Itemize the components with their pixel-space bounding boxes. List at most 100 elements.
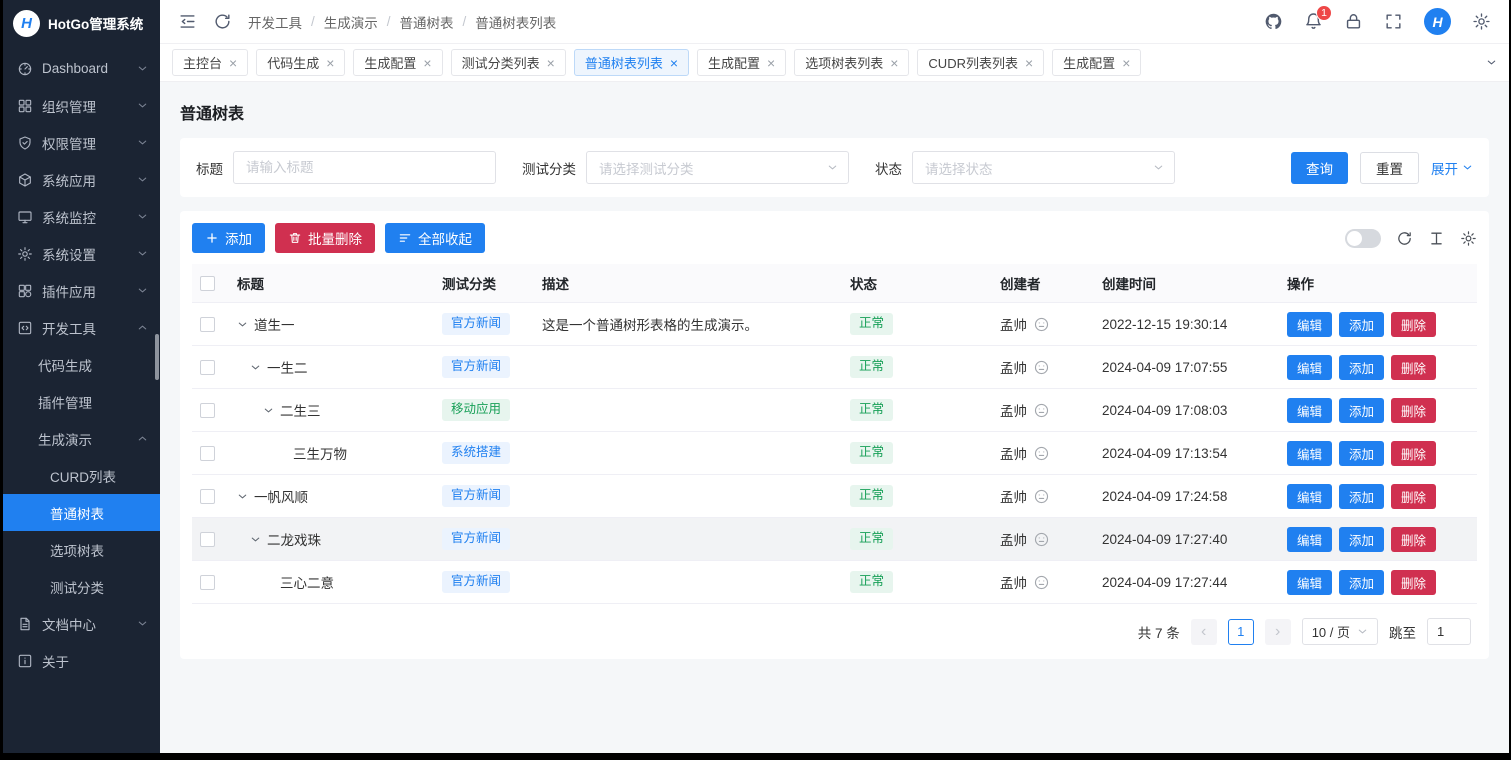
row-checkbox[interactable] — [200, 403, 215, 418]
tab-item[interactable]: 主控台× — [172, 49, 248, 76]
gear-icon[interactable] — [1472, 12, 1491, 31]
app-logo[interactable]: H HotGo管理系统 — [3, 0, 160, 46]
sidebar-item[interactable]: 测试分类 — [3, 568, 160, 605]
add-button[interactable]: 添加 — [192, 223, 265, 253]
github-icon[interactable] — [1264, 12, 1283, 31]
row-checkbox[interactable] — [200, 575, 215, 590]
tab-item[interactable]: 测试分类列表× — [451, 49, 566, 76]
row-checkbox[interactable] — [200, 489, 215, 504]
sidebar-item[interactable]: Dashboard — [3, 50, 160, 87]
delete-button[interactable]: 删除 — [1391, 355, 1436, 380]
next-page-button[interactable]: › — [1265, 619, 1291, 645]
striped-toggle[interactable] — [1345, 229, 1381, 248]
edit-button[interactable]: 编辑 — [1287, 441, 1332, 466]
status-select[interactable]: 请选择状态 — [912, 151, 1175, 184]
delete-button[interactable]: 删除 — [1391, 441, 1436, 466]
tab-item[interactable]: 生成配置× — [697, 49, 786, 76]
batch-delete-button[interactable]: 批量删除 — [275, 223, 375, 253]
expand-arrow-icon[interactable] — [263, 405, 280, 416]
tab-close-icon[interactable]: × — [670, 56, 678, 70]
sidebar-item[interactable]: 普通树表 — [3, 494, 160, 531]
tab-item[interactable]: 生成配置× — [353, 49, 442, 76]
edit-button[interactable]: 编辑 — [1287, 398, 1332, 423]
prev-page-button[interactable]: ‹ — [1191, 619, 1217, 645]
category-select[interactable]: 请选择测试分类 — [586, 151, 849, 184]
expand-arrow-icon[interactable] — [237, 319, 254, 330]
sidebar-item[interactable]: 开发工具 — [3, 309, 160, 346]
sidebar-item[interactable]: 代码生成 — [3, 346, 160, 383]
delete-button[interactable]: 删除 — [1391, 484, 1436, 509]
user-avatar[interactable]: H — [1424, 8, 1451, 35]
menu-collapse-icon[interactable] — [178, 12, 197, 31]
edit-button[interactable]: 编辑 — [1287, 312, 1332, 337]
sidebar-scrollbar[interactable] — [155, 334, 159, 380]
edit-button[interactable]: 编辑 — [1287, 484, 1332, 509]
add-row-button[interactable]: 添加 — [1339, 527, 1384, 552]
notifications-button[interactable]: 1 — [1304, 12, 1323, 31]
tab-item[interactable]: CUDR列表列表× — [917, 49, 1044, 76]
sidebar-item[interactable]: 生成演示 — [3, 420, 160, 457]
tab-close-icon[interactable]: × — [1025, 56, 1033, 70]
edit-button[interactable]: 编辑 — [1287, 355, 1332, 380]
tab-close-icon[interactable]: × — [547, 56, 555, 70]
table-row[interactable]: 三生万物系统搭建正常孟帅2024-04-09 17:13:54编辑添加删除 — [192, 432, 1477, 475]
sidebar-item[interactable]: 系统监控 — [3, 198, 160, 235]
tab-close-icon[interactable]: × — [423, 56, 431, 70]
table-row[interactable]: 一生二官方新闻正常孟帅2024-04-09 17:07:55编辑添加删除 — [192, 346, 1477, 389]
table-row[interactable]: 二龙戏珠官方新闻正常孟帅2024-04-09 17:27:40编辑添加删除 — [192, 518, 1477, 561]
page-jump-input[interactable] — [1427, 618, 1471, 645]
tab-close-icon[interactable]: × — [229, 56, 237, 70]
search-button[interactable]: 查询 — [1291, 152, 1348, 184]
sidebar-item[interactable]: CURD列表 — [3, 457, 160, 494]
current-page-button[interactable]: 1 — [1228, 619, 1254, 645]
sidebar-item[interactable]: 插件管理 — [3, 383, 160, 420]
title-input[interactable] — [233, 151, 496, 184]
tab-item[interactable]: 选项树表列表× — [794, 49, 909, 76]
breadcrumb-item[interactable]: 开发工具 — [248, 12, 302, 32]
sidebar-item[interactable]: 权限管理 — [3, 124, 160, 161]
add-row-button[interactable]: 添加 — [1339, 441, 1384, 466]
tab-item[interactable]: 生成配置× — [1052, 49, 1141, 76]
breadcrumb-item[interactable]: 普通树表列表 — [475, 12, 556, 32]
sidebar-item[interactable]: 关于 — [3, 642, 160, 679]
add-row-button[interactable]: 添加 — [1339, 484, 1384, 509]
tab-item[interactable]: 普通树表列表× — [574, 49, 689, 76]
delete-button[interactable]: 删除 — [1391, 312, 1436, 337]
sidebar-item[interactable]: 选项树表 — [3, 531, 160, 568]
fullscreen-icon[interactable] — [1384, 12, 1403, 31]
add-row-button[interactable]: 添加 — [1339, 355, 1384, 380]
edit-button[interactable]: 编辑 — [1287, 527, 1332, 552]
row-checkbox[interactable] — [200, 317, 215, 332]
gear-icon[interactable] — [1460, 230, 1477, 247]
refresh-icon[interactable] — [1396, 230, 1413, 247]
add-row-button[interactable]: 添加 — [1339, 570, 1384, 595]
reset-button[interactable]: 重置 — [1360, 152, 1419, 184]
expand-arrow-icon[interactable] — [250, 362, 267, 373]
edit-button[interactable]: 编辑 — [1287, 570, 1332, 595]
row-checkbox[interactable] — [200, 446, 215, 461]
tab-close-icon[interactable]: × — [890, 56, 898, 70]
collapse-all-button[interactable]: 全部收起 — [385, 223, 485, 253]
delete-button[interactable]: 删除 — [1391, 398, 1436, 423]
add-row-button[interactable]: 添加 — [1339, 312, 1384, 337]
expand-arrow-icon[interactable] — [250, 534, 267, 545]
sidebar-item[interactable]: 组织管理 — [3, 87, 160, 124]
breadcrumb-item[interactable]: 生成演示 — [324, 12, 378, 32]
tab-close-icon[interactable]: × — [1122, 56, 1130, 70]
add-row-button[interactable]: 添加 — [1339, 398, 1384, 423]
expand-arrow-icon[interactable] — [237, 491, 254, 502]
row-checkbox[interactable] — [200, 360, 215, 375]
sidebar-item[interactable]: 系统设置 — [3, 235, 160, 272]
row-checkbox[interactable] — [200, 532, 215, 547]
sidebar-item[interactable]: 插件应用 — [3, 272, 160, 309]
table-row[interactable]: 二生三移动应用正常孟帅2024-04-09 17:08:03编辑添加删除 — [192, 389, 1477, 432]
tab-options-button[interactable] — [1486, 57, 1497, 68]
sidebar-item[interactable]: 文档中心 — [3, 605, 160, 642]
delete-button[interactable]: 删除 — [1391, 570, 1436, 595]
select-all-checkbox[interactable] — [200, 276, 215, 291]
tab-close-icon[interactable]: × — [767, 56, 775, 70]
expand-filters-link[interactable]: 展开 — [1431, 158, 1473, 178]
sidebar-item[interactable]: 系统应用 — [3, 161, 160, 198]
page-size-select[interactable]: 10 / 页 — [1302, 618, 1378, 645]
breadcrumb-item[interactable]: 普通树表 — [400, 12, 454, 32]
